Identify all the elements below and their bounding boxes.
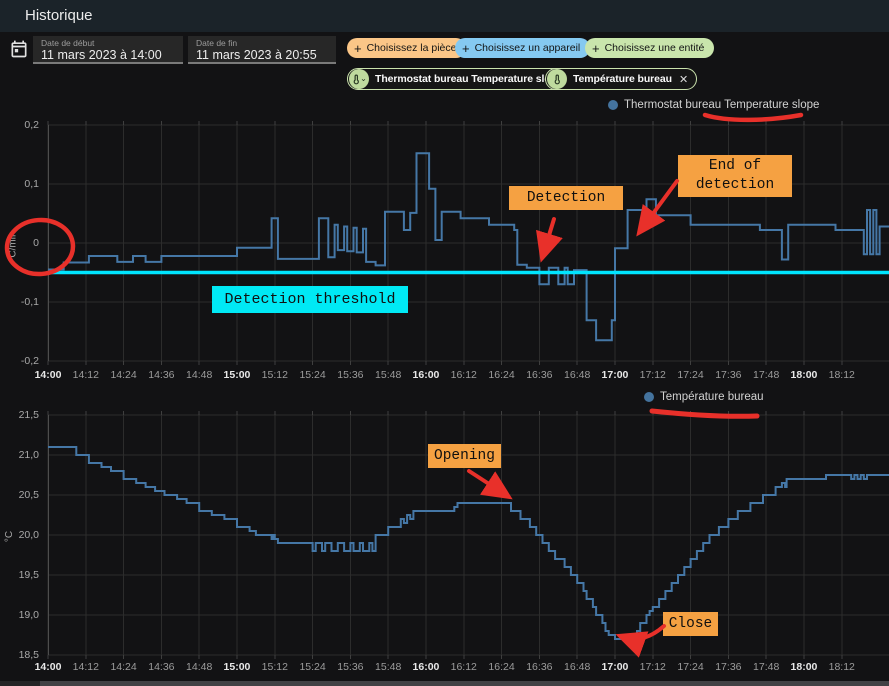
y-tick-label: 0: [33, 237, 39, 249]
entity-chip-temperature[interactable]: Température bureau ✕: [545, 68, 697, 90]
legend-label: Température bureau: [660, 391, 764, 403]
choose-entity-button[interactable]: + Choisissez une entité: [585, 38, 714, 58]
legend-dot-icon: [644, 392, 654, 402]
plus-icon: +: [354, 42, 362, 55]
detection-annotation: Detection: [509, 186, 623, 210]
slope-chart-y-unit: °C/min: [8, 231, 19, 261]
y-tick-label: 21,5: [19, 409, 39, 421]
history-page: Historique Date de début 11 mars 2023 à …: [0, 0, 889, 686]
y-tick-label: 0,1: [24, 178, 39, 190]
start-date-field[interactable]: Date de début 11 mars 2023 à 14:00: [33, 36, 183, 64]
end-of-detection-annotation: End of detection: [678, 155, 792, 197]
page-title: Historique: [25, 0, 93, 32]
choose-entity-label: Choisissez une entité: [605, 42, 705, 54]
legend-temperature[interactable]: Température bureau: [644, 391, 764, 403]
slope-chart-x-axis: 14:0014:1214:2414:3614:4815:0015:1215:24…: [48, 369, 889, 383]
y-tick-label: 21,0: [19, 449, 39, 461]
start-date-label: Date de début: [41, 39, 173, 48]
y-tick-label: -0,2: [21, 355, 39, 367]
y-tick-label: -0,1: [21, 296, 39, 308]
choose-device-label: Choisissez un appareil: [475, 42, 581, 54]
next-card-edge: [0, 681, 889, 686]
x-tick-label: 18:12: [820, 369, 864, 382]
detection-threshold-annotation: Detection threshold: [212, 286, 408, 313]
temp-chart-x-axis: 14:0014:1214:2414:3614:4815:0015:1215:24…: [48, 661, 889, 675]
thermometer-chevron-icon: ⌄: [349, 69, 369, 89]
y-tick-label: 19,5: [19, 569, 39, 581]
close-icon[interactable]: ✕: [679, 73, 688, 86]
plus-icon: +: [462, 42, 470, 55]
legend-dot-icon: [608, 100, 618, 110]
y-tick-label: 20,0: [19, 529, 39, 541]
choose-device-button[interactable]: + Choisissez un appareil: [455, 38, 590, 58]
plus-icon: +: [592, 42, 600, 55]
opening-annotation: Opening: [428, 444, 501, 468]
legend-temperature-slope[interactable]: Thermostat bureau Temperature slope: [608, 99, 819, 111]
choose-area-button[interactable]: + Choisissez la pièce: [347, 38, 466, 58]
end-date-field[interactable]: Date de fin 11 mars 2023 à 20:55: [188, 36, 336, 64]
chevron-down-icon: ⌄: [360, 75, 367, 83]
end-date-label: Date de fin: [196, 39, 326, 48]
thermometer-icon: [547, 69, 567, 89]
x-tick-label: 18:12: [820, 661, 864, 674]
app-header: Historique: [0, 0, 889, 32]
choose-area-label: Choisissez la pièce: [367, 42, 457, 54]
end-of-detection-line1: End of: [709, 157, 761, 176]
entity-chip-label: Température bureau: [573, 73, 672, 85]
entity-chip-label: Thermostat bureau Temperature slope: [375, 73, 563, 85]
legend-label: Thermostat bureau Temperature slope: [624, 99, 819, 111]
red-underline-legend-1: [705, 115, 801, 120]
temp-chart-y-unit: °C: [4, 531, 15, 542]
close-annotation: Close: [663, 612, 718, 636]
calendar-icon[interactable]: [9, 39, 29, 59]
y-tick-label: 0,2: [24, 119, 39, 131]
y-tick-label: 20,5: [19, 489, 39, 501]
y-tick-label: 18,5: [19, 649, 39, 661]
start-date-value: 11 mars 2023 à 14:00: [41, 48, 173, 63]
y-tick-label: 19,0: [19, 609, 39, 621]
end-date-value: 11 mars 2023 à 20:55: [196, 48, 326, 63]
end-of-detection-line2: detection: [696, 176, 774, 195]
